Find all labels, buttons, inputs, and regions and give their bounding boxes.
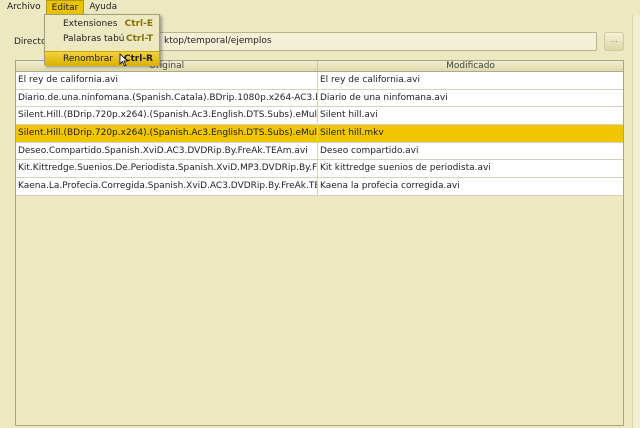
cell-original: Deseo.Compartido.Spanish.XviD.AC3.DVDRip… bbox=[16, 142, 318, 160]
menu-editar[interactable]: Editar bbox=[45, 0, 85, 15]
menu-item-extensiones[interactable]: Extensiones Ctrl-E bbox=[45, 17, 159, 32]
cell-original: Kaena.La.Profecia.Corregida.Spanish.XviD… bbox=[16, 178, 318, 195]
table-row[interactable]: Silent.Hill.(BDrip.720p.x264).(Spanish.A… bbox=[16, 107, 623, 126]
browse-button[interactable]: ... bbox=[604, 32, 624, 51]
cell-original: Silent.Hill.(BDrip.720p.x264).(Spanish.A… bbox=[16, 107, 318, 125]
cell-modificado: Silent hill.mkv bbox=[320, 128, 384, 139]
directory-label: Directo bbox=[14, 37, 47, 47]
editar-dropdown-menu: Extensiones Ctrl-E Palabras tabú Ctrl-T Re… bbox=[44, 14, 160, 66]
menu-archivo[interactable]: Archivo bbox=[2, 0, 46, 15]
cell-original: Diario.de.una.ninfomana.(Spanish.Catala)… bbox=[16, 89, 318, 107]
menu-ayuda[interactable]: Ayuda bbox=[84, 0, 122, 15]
cell-modificado: Diario de una ninfomana.avi bbox=[320, 92, 448, 103]
menu-item-renombrar[interactable]: Renombrar Ctrl-R bbox=[45, 51, 159, 66]
menu-item-label: Renombrar bbox=[63, 54, 113, 64]
mouse-cursor-icon bbox=[119, 53, 129, 67]
cell-original: Kit.Kittredge.Suenios.De.Periodista.Span… bbox=[16, 160, 318, 178]
table-row[interactable]: El rey de california.avi El rey de califo… bbox=[16, 72, 623, 90]
table-row[interactable]: Kit.Kittredge.Suenios.De.Periodista.Span… bbox=[16, 160, 623, 179]
menu-item-shortcut: Ctrl-E bbox=[124, 19, 153, 29]
cell-modificado: Kit kittredge suenios de periodista.avi bbox=[320, 163, 491, 174]
files-table: Original Modificado El rey de california… bbox=[15, 60, 624, 426]
window-border bbox=[632, 15, 640, 428]
menu-item-palabras-tabu[interactable]: Palabras tabú Ctrl-T bbox=[45, 32, 159, 47]
cell-modificado: El rey de california.avi bbox=[320, 75, 420, 85]
cell-original: El rey de california.avi bbox=[16, 72, 318, 89]
menu-item-label: Extensiones bbox=[63, 19, 118, 29]
menu-bar: Archivo Editar Ayuda bbox=[0, 0, 640, 15]
directory-value: ktop/temporal/ejemplos bbox=[164, 36, 272, 46]
table-row[interactable]: Kaena.La.Profecia.Corregida.Spanish.XviD… bbox=[16, 178, 623, 196]
cell-modificado: Deseo compartido.avi bbox=[320, 145, 419, 156]
menu-item-label: Palabras tabú bbox=[63, 34, 125, 44]
table-row[interactable]: Deseo.Compartido.Spanish.XviD.AC3.DVDRip… bbox=[16, 142, 623, 161]
table-row[interactable]: Silent.Hill.(BDrip.720p.x264).(Spanish.A… bbox=[16, 125, 623, 143]
table-row[interactable]: Diario.de.una.ninfomana.(Spanish.Catala)… bbox=[16, 89, 623, 108]
cell-original: Silent.Hill.(BDrip.720p.x264).(Spanish.A… bbox=[16, 125, 318, 142]
cell-modificado: Silent hill.avi bbox=[320, 110, 378, 121]
cell-modificado: Kaena la profecia corregida.avi bbox=[320, 181, 460, 192]
column-header-modificado[interactable]: Modificado bbox=[318, 61, 623, 71]
directory-input[interactable]: ktop/temporal/ejemplos bbox=[148, 32, 597, 51]
menu-item-shortcut: Ctrl-T bbox=[126, 34, 153, 44]
